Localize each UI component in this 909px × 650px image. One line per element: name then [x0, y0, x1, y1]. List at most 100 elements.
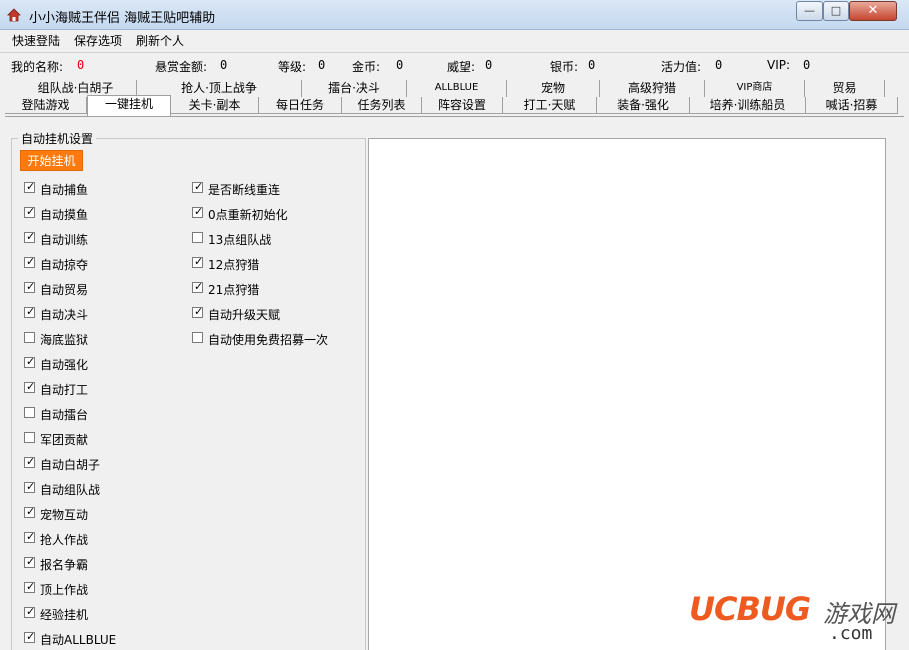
energy-label: 活力值:: [661, 60, 702, 74]
checkbox[interactable]: ✓: [192, 305, 204, 318]
checkbox[interactable]: ✓: [192, 205, 203, 218]
check-icon: ✓: [194, 305, 204, 318]
tab-pet[interactable]: 宠物: [507, 80, 600, 97]
option-label: 自动捕鱼: [40, 183, 89, 197]
auto-idle-group-title: 自动挂机设置: [18, 130, 97, 147]
option-label: 军团贡献: [40, 433, 89, 447]
check-icon: ✓: [26, 205, 36, 218]
bounty-label: 悬赏金额:: [155, 60, 208, 74]
option-label: 海底监狱: [40, 333, 89, 347]
check-icon: ✓: [26, 530, 36, 543]
option-label: 宠物互动: [40, 508, 89, 522]
option-label: 自动打工: [40, 383, 89, 397]
tab-login-game[interactable]: 登陆游戏: [5, 97, 87, 114]
checkbox[interactable]: [24, 407, 35, 418]
checkbox[interactable]: [24, 432, 35, 443]
menu-save-options[interactable]: 保存选项: [74, 32, 122, 49]
option-label: 自动训练: [40, 233, 89, 247]
checkbox[interactable]: ✓: [24, 605, 36, 618]
tab-trade[interactable]: 贸易: [805, 80, 885, 97]
tab-content: 自动挂机设置 开始挂机 ✓ 自动捕鱼 ✓ 自动摸鱼 ✓ 自动训练 ✓ 自动掠夺 ✓ 自动贸易 ✓ 自动…: [5, 116, 904, 650]
check-icon: ✓: [26, 580, 36, 593]
watermark-domain: .com: [829, 623, 873, 644]
close-button[interactable]: ✕: [849, 1, 897, 21]
silver-label: 银币:: [550, 60, 579, 74]
checkbox[interactable]: ✓: [24, 505, 36, 518]
tab-task-list[interactable]: 任务列表: [342, 97, 422, 114]
checkbox[interactable]: ✓: [24, 455, 36, 468]
tab-arena-duel[interactable]: 擂台·决斗: [302, 80, 407, 97]
maximize-button[interactable]: □: [823, 1, 849, 21]
checkbox[interactable]: ✓: [192, 255, 204, 268]
tab-one-click-idle[interactable]: 一键挂机: [87, 95, 171, 116]
checkbox[interactable]: ✓: [24, 380, 36, 393]
check-icon: ✓: [26, 555, 36, 568]
checkbox[interactable]: [192, 332, 203, 343]
name-value: 0: [77, 58, 85, 72]
tab-strip: 组队战·白胡子 抢人·顶上战争 擂台·决斗 ALLBLUE 宠物 高级狩猎 VI…: [0, 78, 909, 116]
check-icon: ✓: [194, 255, 204, 268]
option-label: 12点狩猎: [208, 258, 260, 272]
watermark-logo: UCBUG 游戏网 .com: [689, 590, 901, 645]
player-info-row: 我的名称: 0 悬赏金额: 0 等级: 0 金币: 0 威望: 0 银币: 0 …: [0, 52, 909, 76]
checkbox[interactable]: ✓: [24, 305, 36, 318]
prestige-label: 威望:: [447, 60, 476, 74]
checkbox[interactable]: ✓: [24, 180, 35, 193]
option-label: 自动贸易: [40, 283, 89, 297]
tab-work-talent[interactable]: 打工·天赋: [503, 97, 597, 114]
tab-shout-recruit[interactable]: 喊话·招募: [806, 97, 898, 114]
check-icon: ✓: [26, 255, 36, 268]
check-icon: ✓: [26, 605, 36, 618]
check-icon: ✓: [26, 505, 36, 518]
option-label: 自动掠夺: [40, 258, 89, 272]
check-icon: ✓: [194, 180, 204, 193]
tab-advanced-hunt[interactable]: 高级狩猎: [600, 80, 705, 97]
level-value: 0: [318, 58, 326, 72]
option-label: 抢人作战: [40, 533, 89, 547]
tab-stage-dungeon[interactable]: 关卡·副本: [171, 97, 259, 114]
option-label: 21点狩猎: [208, 283, 260, 297]
checkbox[interactable]: ✓: [24, 255, 36, 268]
checkbox[interactable]: ✓: [24, 480, 35, 493]
checkbox[interactable]: [24, 332, 35, 343]
checkbox[interactable]: ✓: [24, 555, 36, 568]
checkbox[interactable]: ✓: [24, 530, 36, 543]
prestige-value: 0: [485, 58, 493, 72]
checkbox[interactable]: ✓: [192, 180, 204, 193]
option-label: 自动ALLBLUE: [40, 633, 117, 647]
check-icon: ✓: [26, 630, 36, 643]
checkbox[interactable]: ✓: [24, 205, 36, 218]
checkbox[interactable]: ✓: [24, 355, 35, 368]
check-icon: ✓: [26, 305, 36, 318]
vip-label: VIP:: [767, 58, 791, 72]
start-idle-button[interactable]: 开始挂机: [20, 150, 83, 171]
checkbox[interactable]: ✓: [24, 580, 36, 593]
tab-vip-shop[interactable]: VIP商店: [705, 80, 805, 97]
tab-allblue[interactable]: ALLBLUE: [407, 80, 507, 97]
option-label: 自动升级天赋: [208, 308, 281, 322]
menu-refresh-personal[interactable]: 刷新个人: [136, 32, 184, 49]
option-label: 自动强化: [40, 358, 89, 372]
option-label: 自动摸鱼: [40, 208, 89, 222]
check-icon: ✓: [26, 230, 36, 243]
energy-value: 0: [715, 58, 723, 72]
check-icon: ✓: [194, 280, 204, 293]
menu-quick-login[interactable]: 快速登陆: [12, 32, 60, 49]
watermark-brand: UCBUG: [689, 590, 811, 628]
minimize-button[interactable]: —: [796, 1, 823, 21]
tab-equip-enhance[interactable]: 装备·强化: [597, 97, 690, 114]
check-icon: ✓: [26, 455, 36, 468]
check-icon: ✓: [26, 380, 36, 393]
name-label: 我的名称:: [11, 60, 64, 74]
level-label: 等级:: [278, 60, 307, 74]
tab-train-crew[interactable]: 培养·训练船员: [690, 97, 806, 114]
tab-formation[interactable]: 阵容设置: [422, 97, 503, 114]
tab-daily-task[interactable]: 每日任务: [259, 97, 342, 114]
checkbox[interactable]: ✓: [192, 280, 204, 293]
option-label: 报名争霸: [40, 558, 89, 572]
checkbox[interactable]: ✓: [24, 230, 36, 243]
log-output-area[interactable]: [368, 138, 886, 650]
checkbox[interactable]: [192, 232, 203, 243]
checkbox[interactable]: ✓: [24, 280, 35, 293]
checkbox[interactable]: ✓: [24, 630, 36, 643]
